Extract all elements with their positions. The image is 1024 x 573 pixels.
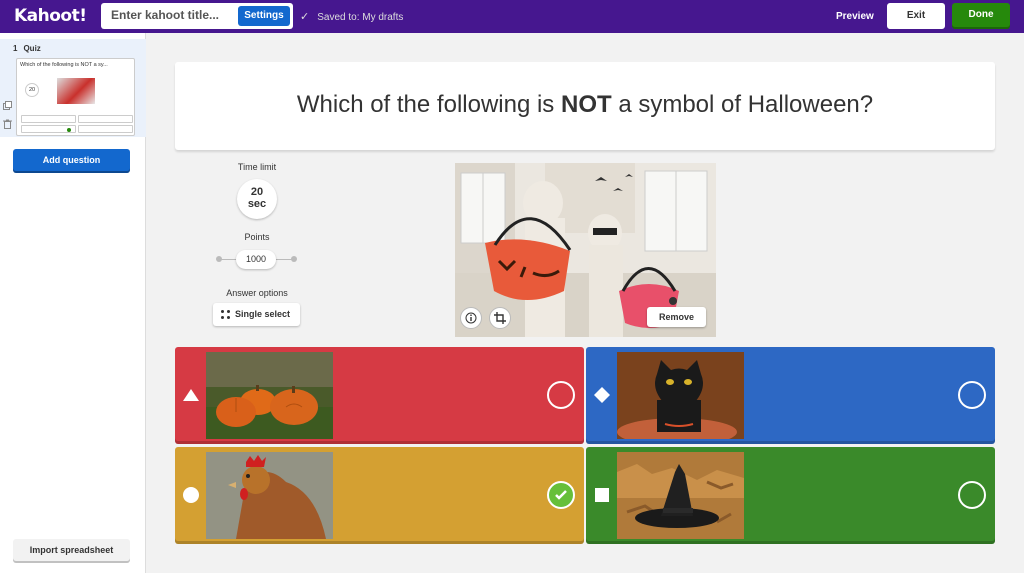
- answer-image-black-cat[interactable]: [617, 352, 744, 439]
- thumb-answer: [78, 125, 133, 133]
- add-question-button[interactable]: Add question: [13, 149, 130, 173]
- thumb-answer: [78, 115, 133, 123]
- time-limit-label: Time limit: [237, 162, 277, 172]
- points-selector[interactable]: 1000: [236, 250, 276, 269]
- sidebar: 1 Quiz Which of the following is NOT a sy…: [0, 33, 146, 573]
- duplicate-icon[interactable]: [3, 101, 12, 112]
- diamond-icon: [594, 387, 610, 403]
- thumb-time: 20: [25, 83, 39, 97]
- answer-1[interactable]: [175, 347, 584, 444]
- correct-toggle-checked[interactable]: [547, 481, 575, 509]
- answer-2[interactable]: [586, 347, 995, 444]
- correct-toggle[interactable]: [958, 381, 986, 409]
- question-text[interactable]: Which of the following is NOT a symbol o…: [175, 91, 995, 119]
- dots-grid-icon: [221, 310, 230, 319]
- answer-image-pumpkins[interactable]: [206, 352, 333, 439]
- done-button[interactable]: Done: [952, 3, 1010, 29]
- slide-item-1[interactable]: 1 Quiz Which of the following is NOT a sy…: [0, 39, 146, 137]
- saved-status: ✓ Saved to: My drafts: [300, 10, 403, 23]
- answer-image-witch-hat[interactable]: [617, 452, 744, 539]
- kahoot-logo[interactable]: Kahoot!: [14, 6, 87, 26]
- points-slider-max[interactable]: [291, 256, 297, 262]
- slide-label: 1 Quiz: [13, 44, 41, 53]
- thumb-image: [57, 78, 95, 104]
- top-bar: Kahoot! Settings ✓ Saved to: My drafts Pr…: [0, 0, 1024, 33]
- correct-toggle[interactable]: [958, 481, 986, 509]
- thumb-answer: [21, 115, 76, 123]
- crop-icon[interactable]: [489, 307, 511, 329]
- answer-image-chicken[interactable]: [206, 452, 333, 539]
- settings-button[interactable]: Settings: [238, 6, 290, 26]
- remove-image-button[interactable]: Remove: [647, 307, 706, 327]
- exit-button[interactable]: Exit: [887, 3, 945, 29]
- kahoot-title-input[interactable]: [111, 8, 239, 22]
- preview-button[interactable]: Preview: [836, 11, 874, 22]
- check-icon: [555, 490, 567, 500]
- answer-3[interactable]: [175, 447, 584, 544]
- square-icon: [595, 488, 609, 502]
- info-icon[interactable]: [460, 307, 482, 329]
- circle-icon: [183, 487, 199, 503]
- title-box: Settings: [101, 3, 293, 29]
- question-card[interactable]: Which of the following is NOT a symbol o…: [175, 62, 995, 150]
- answer-4[interactable]: [586, 447, 995, 544]
- answer-options-selector[interactable]: Single select: [213, 303, 300, 326]
- correct-toggle[interactable]: [547, 381, 575, 409]
- question-image[interactable]: Remove: [455, 163, 716, 337]
- answer-options-label: Answer options: [226, 288, 288, 298]
- slide-thumbnail[interactable]: Which of the following is NOT a sy... 20: [16, 58, 135, 136]
- check-icon: ✓: [300, 11, 310, 23]
- points-slider-min[interactable]: [216, 256, 222, 262]
- correct-dot: [67, 128, 71, 132]
- triangle-icon: [183, 389, 199, 401]
- time-limit-selector[interactable]: 20 sec: [237, 179, 277, 219]
- saved-status-text: Saved to: My drafts: [317, 12, 404, 23]
- import-spreadsheet-button[interactable]: Import spreadsheet: [13, 539, 130, 563]
- delete-icon[interactable]: [3, 119, 12, 131]
- points-label: Points: [244, 232, 270, 242]
- thumb-title: Which of the following is NOT a sy...: [20, 62, 108, 68]
